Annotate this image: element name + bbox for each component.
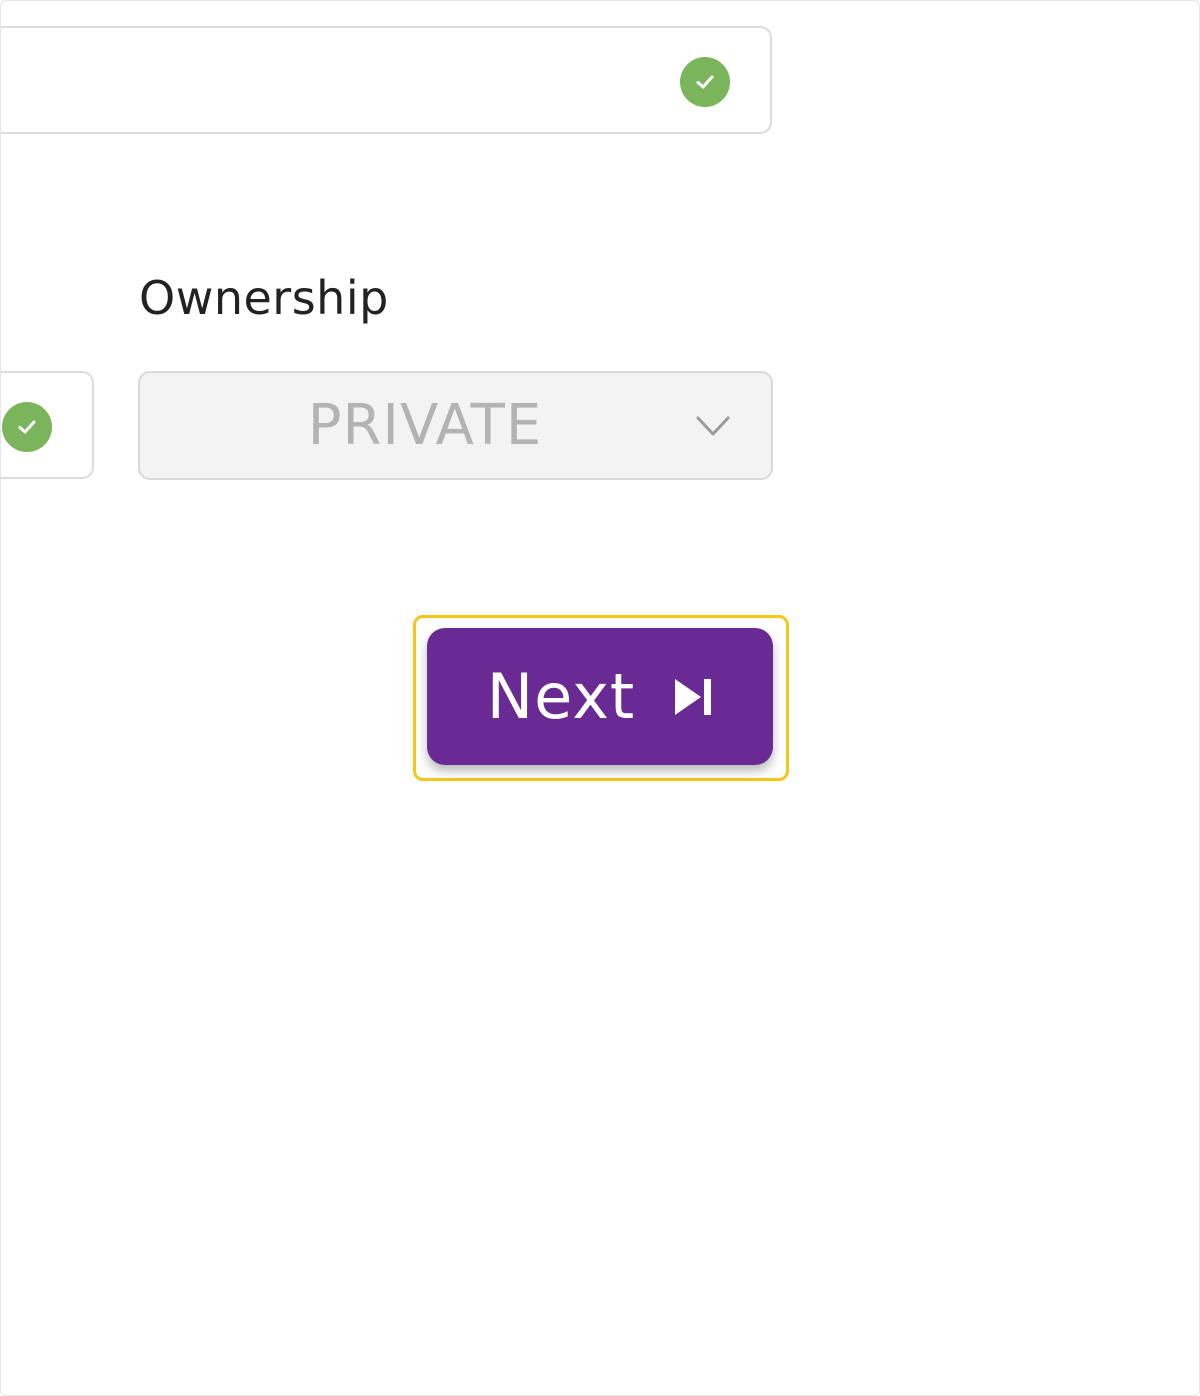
text-field-left[interactable] [1, 371, 94, 479]
chevron-down-icon [696, 416, 730, 436]
skip-next-icon [675, 678, 712, 715]
ownership-selected-value: PRIVATE [307, 393, 543, 458]
check-circle-icon [680, 57, 730, 107]
check-circle-icon [2, 402, 52, 452]
next-button-label: Next [486, 660, 636, 733]
next-button[interactable]: Next [427, 628, 773, 765]
form-panel: Ownership PRIVATE Next [0, 0, 1200, 1396]
ownership-label: Ownership [139, 271, 389, 325]
ownership-select[interactable]: PRIVATE [138, 371, 773, 480]
text-field-top[interactable] [1, 26, 772, 134]
